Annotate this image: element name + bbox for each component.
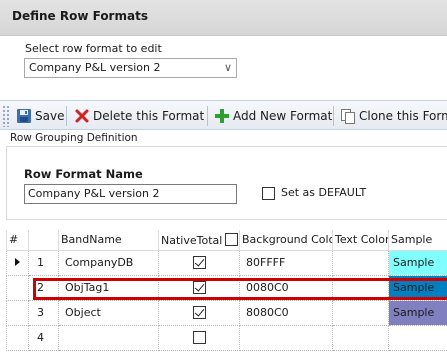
clone-format-label: Clone this Forma — [359, 109, 447, 123]
sample-cell: Sample — [388, 274, 447, 301]
toolbar-divider — [207, 106, 208, 126]
text-color-cell[interactable] — [332, 324, 389, 351]
row-grouping-label: Row Grouping Definition — [10, 132, 138, 144]
save-label: Save — [35, 109, 65, 123]
red-x-icon — [74, 108, 90, 124]
delete-format-label: Delete this Format — [93, 109, 205, 123]
native-total-checkbox[interactable] — [192, 256, 206, 270]
native-total-cell[interactable] — [158, 249, 240, 276]
band-name-cell[interactable]: Object — [58, 299, 159, 326]
grid-header-bandname[interactable]: BandName — [58, 230, 159, 251]
toolbar-divider — [333, 106, 334, 126]
save-disk-icon — [16, 108, 32, 124]
grid-header-num[interactable]: # — [6, 230, 29, 251]
row-grouping-group — [6, 146, 447, 220]
set-default-label: Set as DEFAULT — [281, 186, 367, 199]
text-color-cell[interactable] — [332, 299, 389, 326]
window-title: Define Row Formats — [12, 9, 148, 23]
native-total-checkbox[interactable] — [192, 306, 206, 320]
toolbar-divider — [66, 106, 67, 126]
row-selector[interactable] — [6, 324, 29, 351]
set-default-checkbox[interactable] — [262, 187, 275, 200]
sample-cell — [388, 324, 447, 351]
row-number: 1 — [28, 249, 59, 276]
toolbar: Save Delete this Format Add New Format C… — [0, 100, 447, 130]
sample-cell: Sample — [388, 249, 447, 276]
native-total-cell[interactable] — [158, 274, 240, 301]
grid-header-text-color[interactable]: Text Color — [332, 230, 389, 251]
clone-pages-icon — [340, 108, 356, 124]
table-row[interactable]: 3 Object 8080C0 Sample — [6, 299, 447, 326]
grid-header-nativetotal[interactable]: NativeTotal — [158, 230, 240, 251]
table-row[interactable]: 2 ObjTag1 0080C0 Sample — [6, 274, 447, 301]
background-color-cell[interactable]: 8080C0 — [239, 299, 333, 326]
row-selector[interactable] — [6, 274, 29, 301]
row-number: 2 — [28, 274, 59, 301]
row-format-select-value: Company P&L version 2 — [29, 61, 161, 74]
chevron-down-icon[interactable]: ∨ — [224, 59, 232, 77]
grid-header-sample[interactable]: Sample — [388, 230, 447, 251]
row-format-name-label: Row Format Name — [24, 167, 143, 181]
native-total-header-checkbox[interactable] — [225, 232, 239, 246]
green-plus-icon — [214, 108, 230, 124]
native-total-cell[interactable] — [158, 299, 240, 326]
clone-format-button[interactable]: Clone this Forma — [340, 106, 447, 126]
background-color-cell[interactable]: 80FFFF — [239, 249, 333, 276]
add-format-label: Add New Format — [233, 109, 333, 123]
define-row-formats-window: Define Row Formats Select row format to … — [0, 0, 447, 354]
add-format-button[interactable]: Add New Format — [214, 106, 332, 126]
sample-cell: Sample — [388, 299, 447, 326]
grid-header-row: # BandName NativeTotal Background Color … — [6, 230, 447, 251]
grid-header-nativetotal-label: NativeTotal — [161, 233, 223, 247]
row-format-name-input[interactable]: Company P&L version 2 — [24, 184, 237, 204]
save-button[interactable]: Save — [16, 106, 64, 126]
row-number: 3 — [28, 299, 59, 326]
row-selector[interactable] — [6, 299, 29, 326]
band-name-cell[interactable]: ObjTag1 — [58, 274, 159, 301]
select-format-label: Select row format to edit — [25, 42, 162, 55]
row-selector[interactable] — [6, 249, 29, 276]
delete-format-button[interactable]: Delete this Format — [74, 106, 204, 126]
table-row[interactable]: 1 CompanyDB 80FFFF Sample — [6, 249, 447, 276]
toolbar-grip-icon[interactable] — [2, 105, 11, 127]
band-name-cell[interactable] — [58, 324, 159, 351]
table-row[interactable]: 4 — [6, 324, 447, 351]
background-color-cell[interactable]: 0080C0 — [239, 274, 333, 301]
text-color-cell[interactable] — [332, 274, 389, 301]
background-color-cell[interactable] — [239, 324, 333, 351]
title-bar: Define Row Formats — [0, 0, 447, 36]
native-total-checkbox[interactable] — [192, 281, 206, 295]
row-pointer-icon — [15, 258, 20, 266]
native-total-cell[interactable] — [158, 324, 240, 351]
grid-header-background-color[interactable]: Background Color — [239, 230, 333, 251]
band-grid: # BandName NativeTotal Background Color … — [6, 230, 447, 354]
text-color-cell[interactable] — [332, 249, 389, 276]
row-number: 4 — [28, 324, 59, 351]
row-format-select[interactable]: Company P&L version 2 ∨ — [24, 58, 237, 78]
grid-header-blank — [28, 230, 59, 251]
band-name-cell[interactable]: CompanyDB — [58, 249, 159, 276]
native-total-checkbox[interactable] — [192, 331, 206, 345]
